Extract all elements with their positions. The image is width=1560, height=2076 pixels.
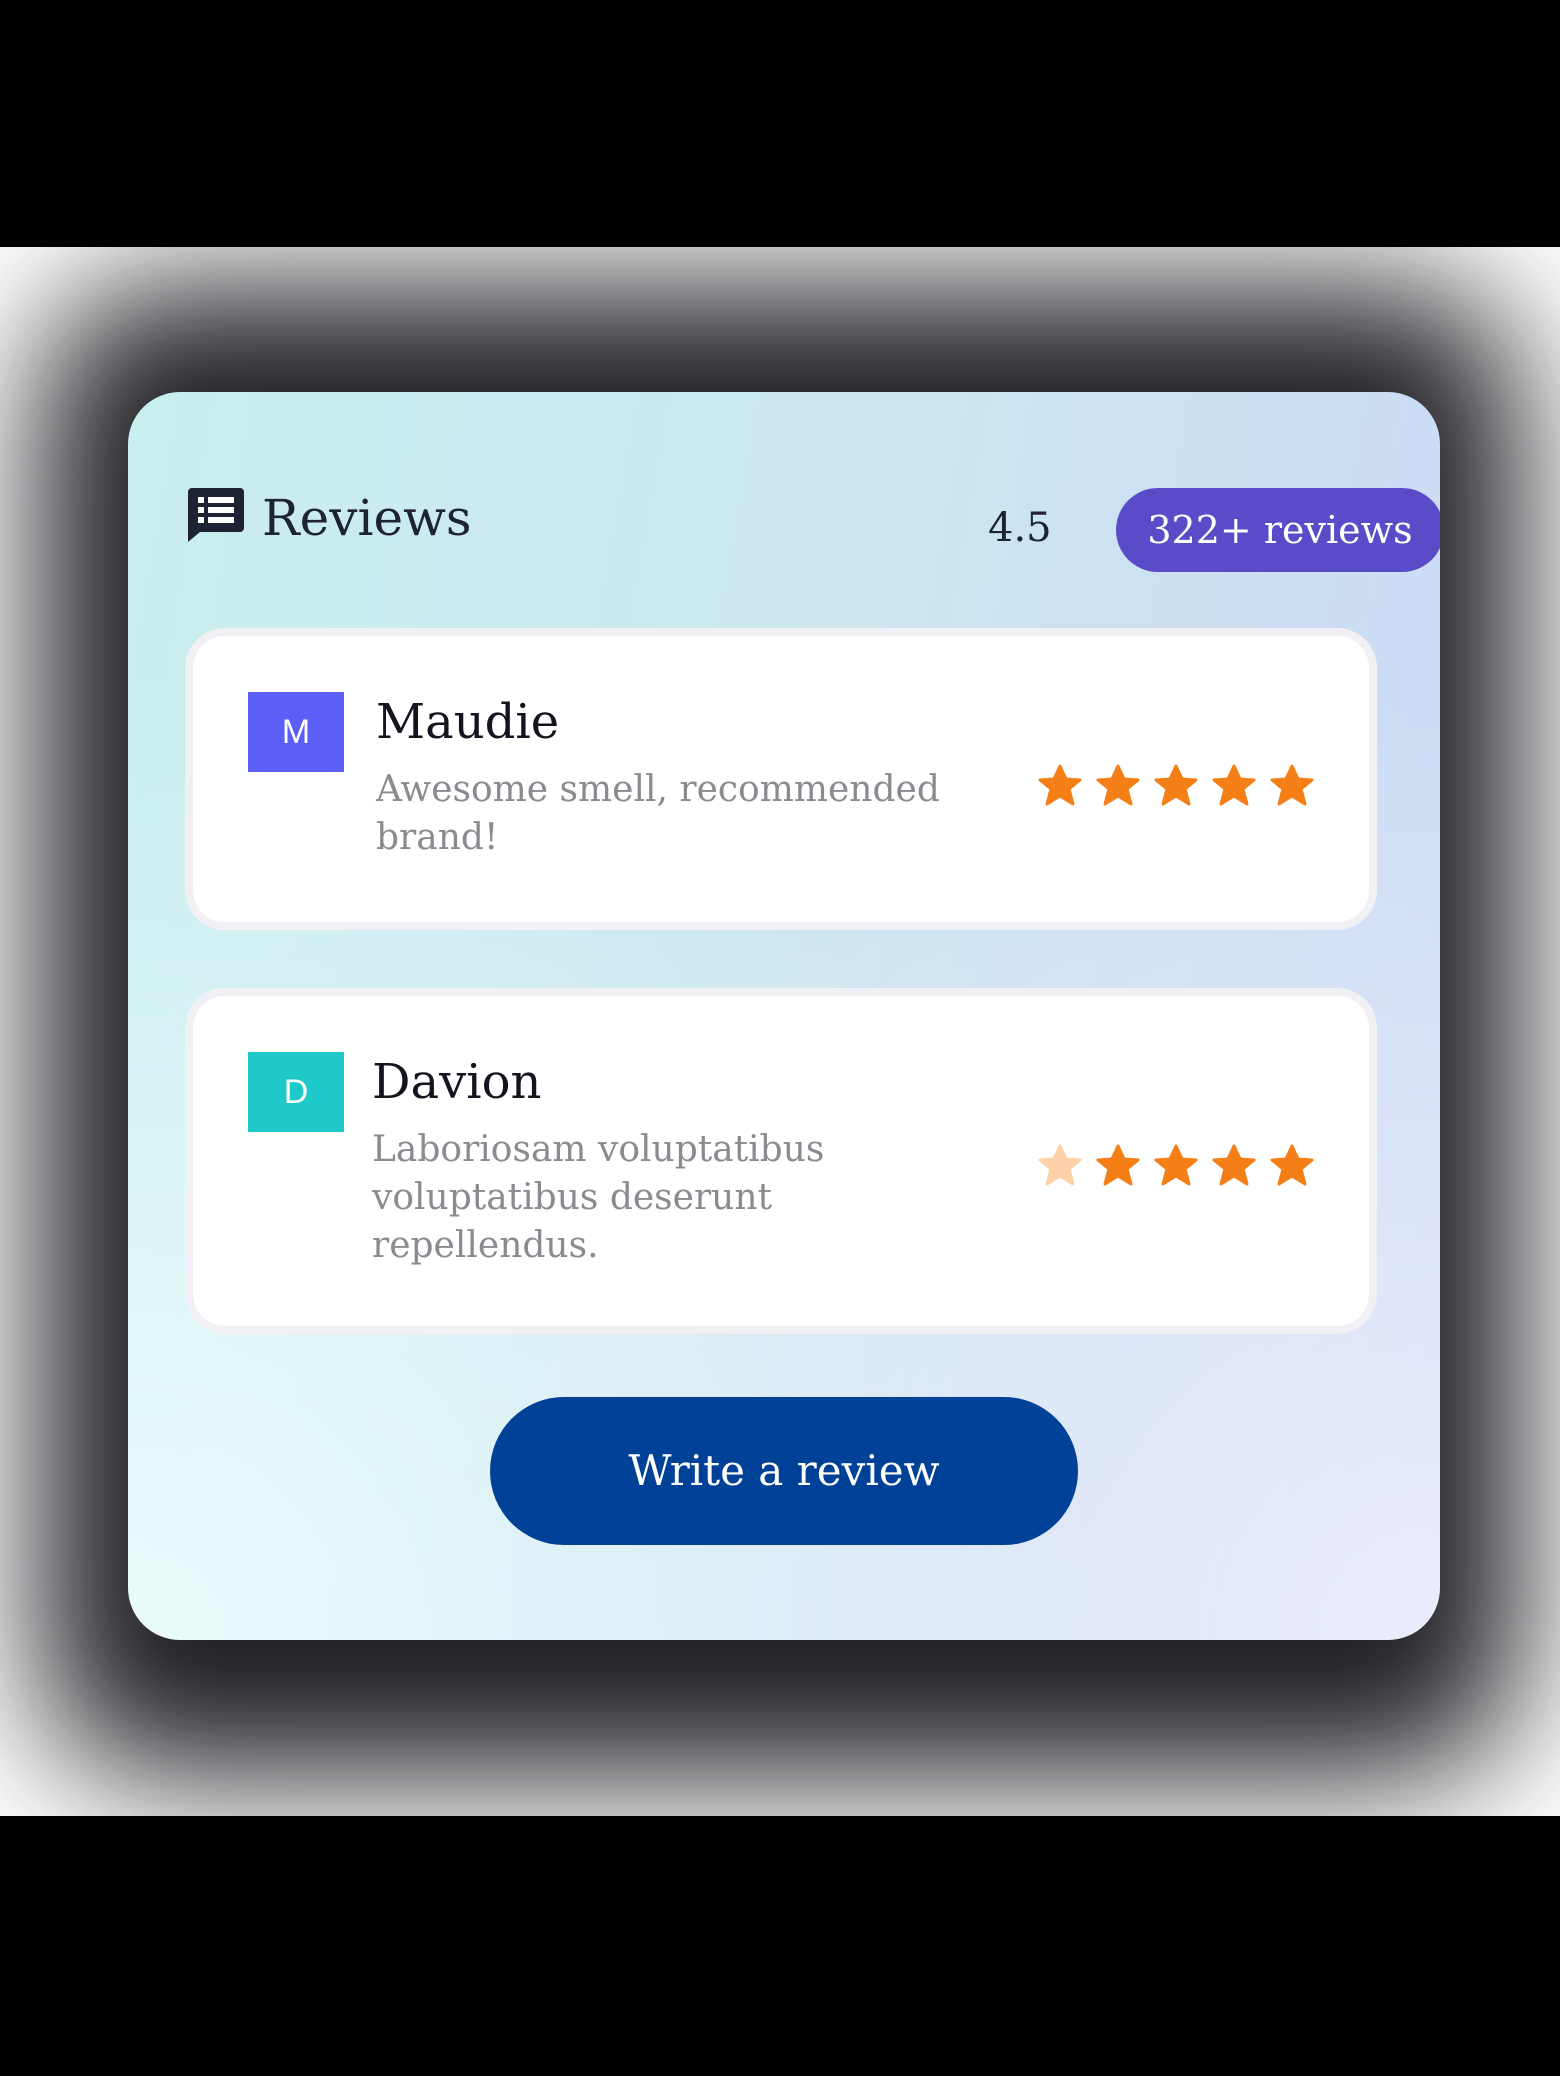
review-text: Laboriosam voluptatibus voluptatibus des… [372,1129,825,1266]
reviewer-name: Maudie [376,694,560,750]
star-empty-icon [1038,1144,1082,1186]
star-filled-icon [1270,1144,1314,1186]
star-filled-icon [1212,1144,1256,1186]
star-filled-icon [1154,764,1198,806]
average-rating: 4.5 [988,505,1052,551]
review-list-icon [188,488,244,542]
star-rating [1038,764,1318,808]
star-filled-icon [1212,764,1256,806]
review-text: Awesome smell, recommended brand! [376,769,940,858]
reviewer-name: Davion [372,1054,542,1110]
avatar: M [248,692,344,772]
star-rating [1038,1144,1318,1188]
star-filled-icon [1038,764,1082,806]
star-filled-icon [1270,764,1314,806]
write-review-button[interactable]: Write a review [490,1397,1078,1545]
reviews-title: Reviews [262,489,472,547]
reviews-card: Reviews 4.5 322+ reviews M Maudie Awesom… [128,392,1440,1640]
avatar: D [248,1052,344,1132]
review-card: D Davion Laboriosam voluptatibus volupta… [185,988,1377,1334]
reviews-header: Reviews 4.5 322+ reviews [188,488,1440,578]
review-card: M Maudie Awesome smell, recommended bran… [185,628,1377,930]
star-filled-icon [1154,1144,1198,1186]
review-count-badge[interactable]: 322+ reviews [1116,488,1440,572]
star-filled-icon [1096,764,1140,806]
star-filled-icon [1096,1144,1140,1186]
